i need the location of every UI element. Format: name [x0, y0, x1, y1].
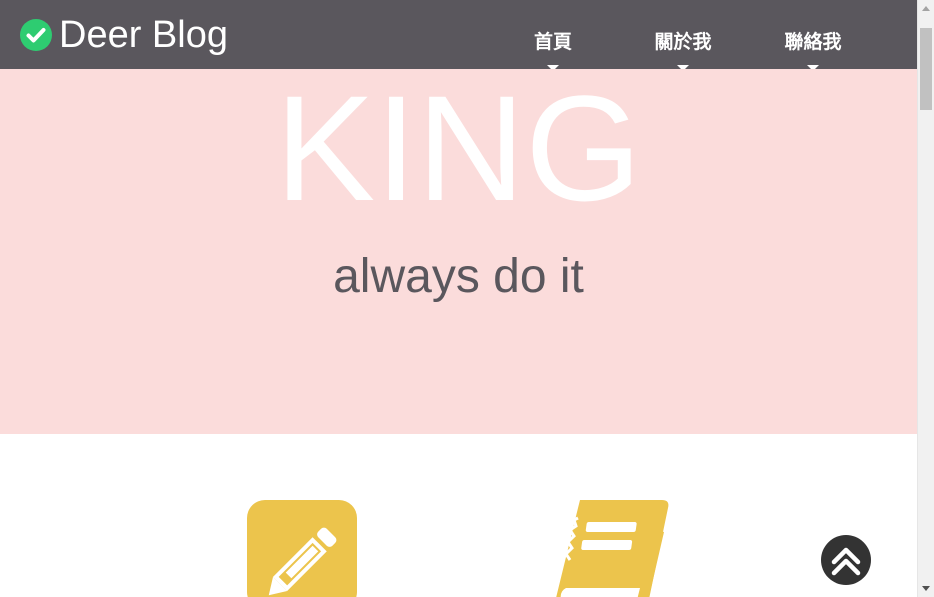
hero-subtitle: always do it	[333, 250, 584, 303]
book-icon	[556, 500, 669, 597]
pencil-square-icon	[247, 500, 357, 597]
hero-banner: KING always do it	[0, 69, 917, 434]
double-chevron-up-icon	[831, 547, 861, 576]
scroll-down-arrow-icon[interactable]	[918, 580, 934, 597]
nav-item-label: 聯絡我	[784, 31, 842, 53]
hero-title: KING	[275, 69, 642, 232]
nav-item-label: 關於我	[654, 31, 712, 53]
nav-item-about[interactable]: 關於我	[623, 29, 743, 71]
features-section	[0, 434, 917, 597]
nav-item-contact[interactable]: 聯絡我	[753, 29, 873, 71]
page-viewport: Deer Blog 首頁 關於我 聯絡我 KING always do it	[0, 0, 917, 597]
scroll-up-arrow-icon[interactable]	[918, 0, 934, 17]
main-nav: 首頁 關於我 聯絡我	[0, 0, 917, 71]
nav-item-label: 首頁	[533, 31, 572, 53]
nav-item-home[interactable]: 首頁	[493, 29, 613, 71]
back-to-top-button[interactable]	[821, 535, 871, 585]
vertical-scrollbar[interactable]	[917, 0, 934, 597]
scrollbar-thumb[interactable]	[920, 28, 932, 110]
site-header: Deer Blog 首頁 關於我 聯絡我	[0, 0, 917, 71]
